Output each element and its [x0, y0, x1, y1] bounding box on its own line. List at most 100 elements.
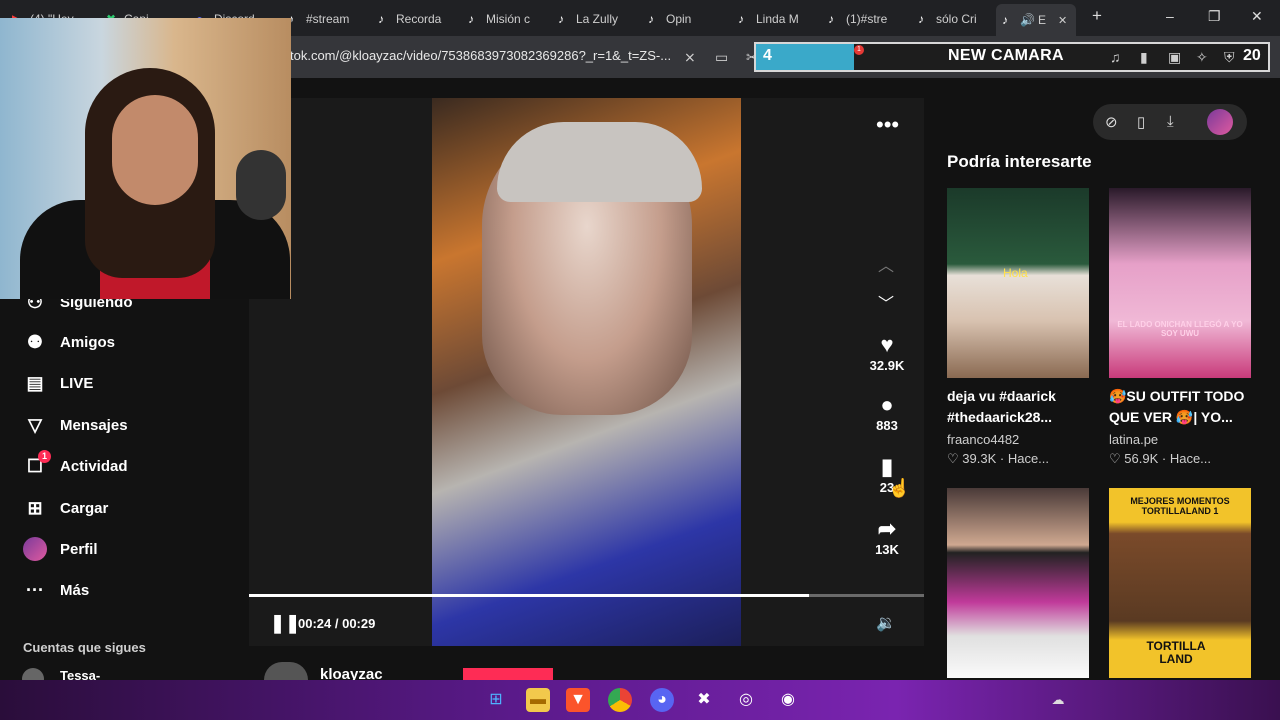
tab-linda[interactable]: ♪ Linda M — [738, 6, 804, 32]
video-thumbnail[interactable] — [947, 488, 1089, 678]
more-options-icon[interactable]: ••• — [876, 112, 899, 138]
chevron-down-icon[interactable]: ﹀ — [878, 290, 894, 314]
obs-icon[interactable]: ◉ — [776, 688, 800, 712]
sidebar-item-profile[interactable]: Perfil — [22, 537, 98, 561]
tab-label: E — [1038, 13, 1047, 27]
share-count: 13K — [875, 542, 899, 557]
discord-icon[interactable]: ◕ — [650, 688, 674, 712]
video-likes: 39.3K — [962, 451, 997, 466]
tab-la-zully[interactable]: ♪ La Zully — [558, 6, 624, 32]
tab-label: La Zully — [576, 12, 619, 26]
video-author[interactable]: latina.pe — [1109, 432, 1158, 447]
new-tab-button[interactable]: + — [1092, 6, 1102, 26]
sidebar-item-live[interactable]: ▤ LIVE — [22, 371, 93, 395]
tab-label: Opin — [666, 12, 692, 26]
tab-recorda[interactable]: ♪ Recorda — [378, 6, 446, 32]
tab-label: #stream — [306, 12, 350, 26]
heart-icon: ♡ — [947, 451, 963, 466]
tab-label: Misión c — [486, 12, 531, 26]
recommended-header: Podría interesarte — [947, 152, 1092, 171]
live-icon: ▤ — [26, 373, 44, 393]
overlay-count: 20 — [1243, 47, 1261, 64]
download-icon[interactable]: ⤓ — [1167, 113, 1174, 130]
pause-button[interactable]: ❚❚ — [270, 613, 300, 634]
sidebar-item-messages[interactable]: ▽ Mensajes — [22, 413, 127, 437]
sidebar-item-label: Perfil — [60, 540, 98, 558]
video-caption[interactable]: 🥵SU OUTFIT TODO QUE VER 🥵| YO... — [1109, 386, 1259, 428]
tab-mision[interactable]: ♪ Misión c — [468, 6, 534, 32]
sidebar-toggle-icon[interactable]: ▮ — [1140, 49, 1148, 66]
tab-close-button[interactable]: ✕ — [1058, 14, 1067, 27]
friends-icon: ⚉ — [26, 332, 44, 352]
tiktok-icon: ♪ — [378, 12, 384, 26]
windows-start-icon[interactable]: ⊞ — [484, 688, 508, 712]
avatar[interactable] — [264, 662, 308, 680]
avatar[interactable] — [1207, 109, 1233, 135]
messages-icon: ▽ — [28, 415, 42, 435]
sidebar-item-upload[interactable]: ⊞ Cargar — [22, 496, 108, 520]
thumbnail-text: MEJORES MOMENTOS TORTILLALAND 1 — [1130, 496, 1230, 516]
file-explorer-icon[interactable]: ▬ — [526, 688, 550, 712]
tab-label: Recorda — [396, 12, 442, 26]
chrome-icon[interactable] — [608, 688, 632, 712]
video-thumbnail[interactable] — [1109, 188, 1251, 378]
device-icon[interactable]: ▯ — [1137, 113, 1145, 131]
music-icon[interactable]: ♫ — [1110, 49, 1121, 65]
cloud-icon[interactable]: ☁ — [1046, 688, 1070, 712]
sidebar-item-activity[interactable]: ☐ 1 Actividad — [22, 450, 128, 478]
video-thumbnail[interactable] — [947, 188, 1089, 378]
tiktok-icon: ♪ — [1002, 13, 1008, 27]
activity-icon: ☐ 1 — [22, 450, 51, 478]
mute-site-icon[interactable]: ⨯ — [684, 49, 696, 66]
close-window-button[interactable]: ✕ — [1251, 8, 1263, 25]
tab-active[interactable]: ♪ 🔊 E ✕ — [996, 4, 1076, 36]
like-button[interactable]: ♥ 32.9K — [868, 332, 906, 373]
tiktok-icon: ♪ — [918, 12, 924, 26]
video-stats: ♡ 39.3K · Hace... — [947, 451, 1050, 466]
address-bar-url[interactable]: tok.com/@kloayzac/video/7538683973082369… — [290, 48, 671, 63]
app-icon[interactable]: ◎ — [734, 688, 758, 712]
cast-icon[interactable]: ▭ — [715, 49, 728, 66]
tiktok-icon: ♪ — [648, 12, 654, 26]
follow-button[interactable] — [463, 668, 553, 680]
minimize-button[interactable]: – — [1166, 8, 1174, 24]
share-button[interactable]: ➦ 13K — [868, 516, 906, 557]
tab-stre[interactable]: ♪ (1)#stre — [828, 6, 896, 32]
tab-label: Linda M — [756, 12, 799, 26]
upload-icon: ⊞ — [27, 498, 43, 518]
leo-icon[interactable]: ✧ — [1196, 49, 1208, 66]
sidebar-item-more[interactable]: ··· Más — [22, 578, 89, 602]
cursor-hand-icon: ☝ — [888, 478, 911, 498]
tiktok-icon: ♪ — [468, 12, 474, 26]
video-caption[interactable]: deja vu #daarick #thedaarick28... — [947, 386, 1097, 428]
tab-solo-cri[interactable]: ♪ sólo Cri — [918, 6, 984, 32]
compass-icon[interactable]: ⊘ — [1105, 113, 1118, 131]
wallet-icon[interactable]: ▣ — [1168, 49, 1181, 66]
author-name[interactable]: kloayzac — [320, 666, 383, 680]
tab-stream[interactable]: ♪ #stream — [288, 6, 354, 32]
chevron-up-icon[interactable]: ︿ — [878, 252, 894, 276]
maximize-button[interactable]: ❐ — [1208, 8, 1221, 25]
volume-icon[interactable]: 🔉 — [876, 613, 896, 633]
sidebar-item-label: LIVE — [60, 374, 94, 392]
video-author[interactable]: fraanco4482 — [947, 432, 1019, 447]
brave-browser-icon[interactable]: ▼ — [566, 688, 590, 712]
like-count: 32.9K — [869, 358, 905, 373]
video-stats: ♡ 56.9K · Hace... — [1109, 451, 1212, 466]
sidebar-item-friends[interactable]: ⚉ Amigos — [22, 330, 115, 354]
share-icon: ➦ — [877, 516, 897, 541]
sidebar-item-label: Actividad — [60, 457, 128, 475]
comment-button[interactable]: ● 883 — [868, 392, 906, 433]
shield-icon[interactable]: ⛨ — [1224, 49, 1235, 66]
overlay-badge: 1 — [854, 45, 864, 55]
avatar — [22, 537, 48, 561]
thumbnail-text: EL LADO ONICHAN LLEGÓ A YO SOY UWU — [1117, 320, 1243, 338]
sidebar-item-label: Cargar — [60, 499, 109, 517]
capcut-icon[interactable]: ✖ — [692, 688, 716, 712]
video-subject-hair — [497, 122, 702, 202]
overlay-title: NEW CAMARA — [948, 47, 1064, 64]
overlay-number: 4 — [763, 47, 772, 64]
microphone-icon — [236, 150, 286, 220]
tiktok-icon: ♪ — [828, 12, 834, 26]
tab-opin[interactable]: ♪ Opin — [648, 6, 710, 32]
